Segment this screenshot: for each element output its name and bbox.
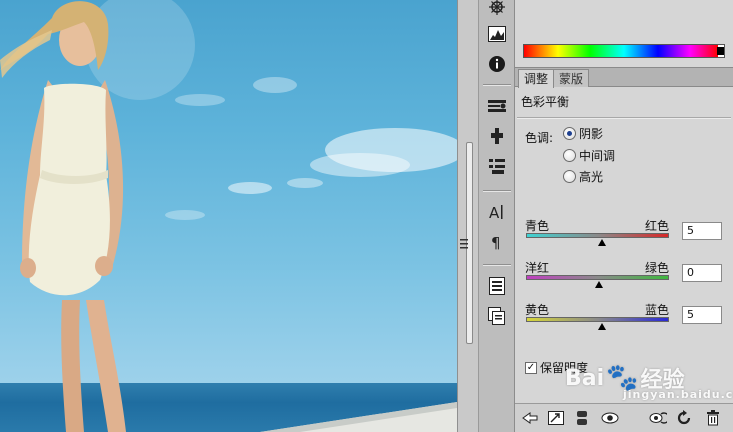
magenta-green-slider-handle[interactable] xyxy=(595,281,603,288)
layer-comps-icon[interactable] xyxy=(485,305,509,327)
clip-layer-icon[interactable] xyxy=(572,408,592,428)
back-arrow-icon[interactable] xyxy=(520,408,540,428)
panel-icon-column: A ¶ xyxy=(479,0,515,432)
brush-presets-icon[interactable] xyxy=(485,95,509,117)
paragraph-icon[interactable]: ¶ xyxy=(485,231,509,253)
magenta-green-value-input[interactable]: 0 xyxy=(682,264,722,282)
visibility-icon[interactable] xyxy=(600,408,620,428)
radio-shadows[interactable]: 阴影 xyxy=(563,125,603,142)
expand-view-icon[interactable] xyxy=(546,408,566,428)
radio-button[interactable] xyxy=(563,170,576,183)
panel-title: 色彩平衡 xyxy=(521,95,570,109)
panel-dock-scrollbar[interactable] xyxy=(457,0,479,432)
preserve-luminosity-checkbox[interactable]: ✓ 保留明度 xyxy=(525,359,588,376)
green-label: 绿色 xyxy=(644,261,669,275)
svg-text:¶: ¶ xyxy=(491,234,501,251)
red-label: 红色 xyxy=(644,219,669,233)
radio-label: 中间调 xyxy=(579,149,616,163)
navigator-icon[interactable] xyxy=(485,0,509,18)
cyan-red-labels: 青色 红色 xyxy=(525,217,669,234)
cyan-label: 青色 xyxy=(525,219,550,233)
refresh-icon[interactable] xyxy=(674,408,694,428)
magenta-green-slider-track[interactable] xyxy=(526,275,669,280)
yellow-blue-value-input[interactable]: 5 xyxy=(682,306,722,324)
radio-button[interactable] xyxy=(563,127,576,140)
radio-midtones[interactable]: 中间调 xyxy=(563,147,615,164)
notes-icon[interactable] xyxy=(485,275,509,297)
radio-label: 阴影 xyxy=(579,127,604,141)
radio-button[interactable] xyxy=(563,149,576,162)
tone-label: 色调: xyxy=(525,131,554,145)
panel-tabbar: 调整 蒙版 xyxy=(515,67,733,88)
character-icon[interactable]: A xyxy=(485,201,509,223)
photo-figure xyxy=(0,0,457,432)
yellow-blue-labels: 黄色 蓝色 xyxy=(525,301,669,318)
checkbox-label: 保留明度 xyxy=(540,361,589,375)
divider xyxy=(517,117,731,118)
image-canvas[interactable] xyxy=(0,0,457,432)
histogram-icon[interactable] xyxy=(485,23,509,45)
yellow-label: 黄色 xyxy=(525,303,550,317)
tab-masks[interactable]: 蒙版 xyxy=(553,69,590,87)
checkbox[interactable]: ✓ xyxy=(525,361,537,374)
tool-presets-icon[interactable] xyxy=(485,155,509,177)
radio-highlights[interactable]: 高光 xyxy=(563,168,603,185)
grip-icon[interactable] xyxy=(460,238,470,249)
blue-label: 蓝色 xyxy=(644,303,669,317)
delete-icon[interactable] xyxy=(703,408,723,428)
clone-source-icon[interactable] xyxy=(485,125,509,147)
svg-text:A: A xyxy=(489,204,500,221)
reset-icon[interactable] xyxy=(648,408,668,428)
tab-adjustments[interactable]: 调整 xyxy=(518,69,555,88)
yellow-blue-slider-handle[interactable] xyxy=(598,323,606,330)
cyan-red-value-input[interactable]: 5 xyxy=(682,222,722,240)
adjustments-panel: 调整 蒙版 色彩平衡 色调: 阴影 中间调 高光 青色 红色 5 洋红 绿色 0… xyxy=(515,0,733,432)
cyan-red-slider-handle[interactable] xyxy=(598,239,606,246)
magenta-label: 洋红 xyxy=(525,261,550,275)
panel-bottom-toolbar xyxy=(515,403,733,432)
radio-label: 高光 xyxy=(579,170,604,184)
cyan-red-slider-track[interactable] xyxy=(526,233,669,238)
color-spectrum-bar[interactable] xyxy=(523,44,725,58)
info-icon[interactable] xyxy=(485,53,509,75)
yellow-blue-slider-track[interactable] xyxy=(526,317,669,322)
magenta-green-labels: 洋红 绿色 xyxy=(525,259,669,276)
